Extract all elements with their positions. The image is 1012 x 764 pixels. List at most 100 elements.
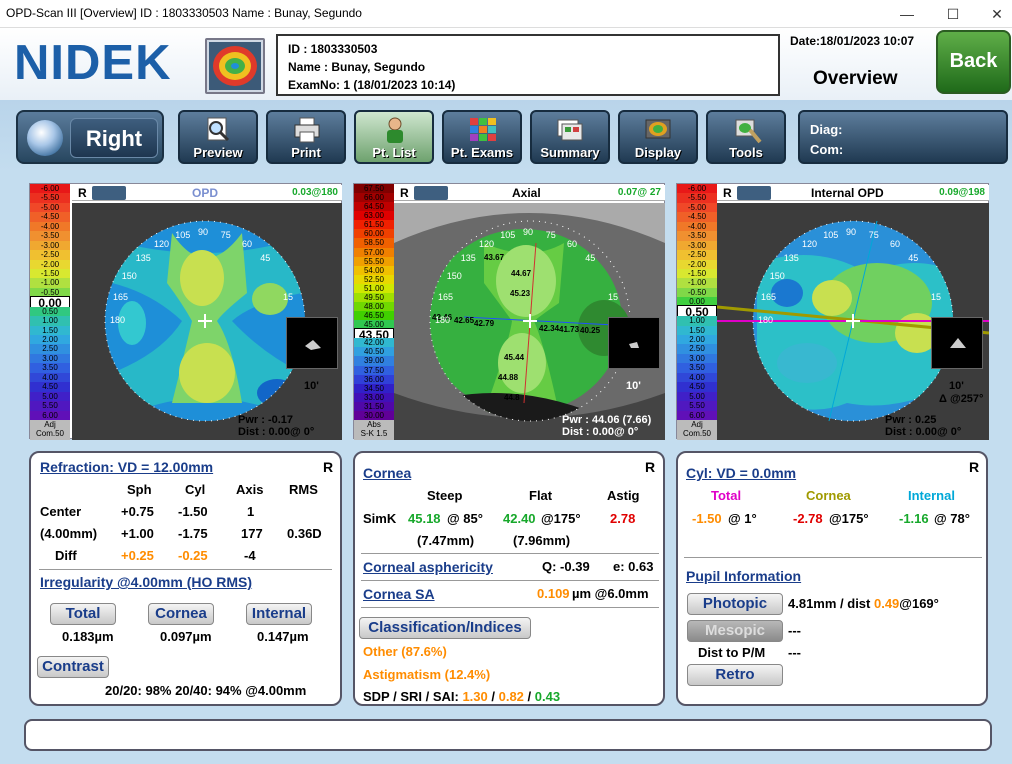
person-icon bbox=[387, 117, 403, 143]
opd-psf-inset bbox=[286, 317, 338, 369]
axial-zoom-icon[interactable] bbox=[414, 186, 448, 200]
simk-steep: 45.18 bbox=[408, 511, 441, 526]
scale-value: -3.00 bbox=[677, 240, 717, 251]
angle-label: 15 bbox=[608, 292, 619, 303]
axial-power: Pwr : 44.06 (7.66) bbox=[562, 414, 652, 426]
internal-opd-map-panel[interactable]: -6.00 -5.50 -5.00 -4.50 -4.00 -3.50 -3.00 -2.50… bbox=[676, 183, 989, 440]
maximize-button[interactable]: ☐ bbox=[930, 0, 976, 28]
display-button[interactable]: Display bbox=[618, 110, 698, 164]
internal-map-title: Internal OPD bbox=[811, 186, 884, 200]
mesopic-value: --- bbox=[788, 623, 801, 638]
cornea-eye: R bbox=[645, 459, 656, 475]
internal-button[interactable]: Internal bbox=[246, 603, 312, 625]
scale-value: 60.00 bbox=[354, 229, 394, 239]
title-bar: OPD-Scan III [Overview] ID : 1803330503 … bbox=[0, 0, 1012, 28]
axial-map-view[interactable]: 43.67 44.67 45.23 42.46 42.65 42.79 42.3… bbox=[394, 203, 665, 440]
opd-map-panel[interactable]: -6.00 -5.50 -5.00 -4.50 -4.00 -3.50 -3.00 -2.50… bbox=[29, 183, 342, 440]
scale-value: 42.00 bbox=[354, 338, 394, 348]
axis-header: Axis bbox=[236, 482, 264, 497]
center-axis: 1 bbox=[247, 504, 255, 519]
opd-scan-window: OPD-Scan III [Overview] ID : 1803330503 … bbox=[0, 0, 1012, 764]
scale-value: -2.50 bbox=[677, 250, 717, 260]
internal-eye-label: R bbox=[723, 186, 732, 200]
diff-axis: -4 bbox=[244, 548, 256, 563]
opd-power-readout: Pwr : -0.17 Dist : 0.00@ 0° bbox=[238, 414, 314, 438]
cornea-button[interactable]: Cornea bbox=[148, 603, 214, 625]
rms-header: RMS bbox=[289, 482, 318, 497]
patient-info-box: ID : 1803330503 Name : Bunay, Segundo Ex… bbox=[276, 34, 780, 96]
axial-value: 43.67 bbox=[484, 253, 505, 262]
window-title: OPD-Scan III [Overview] ID : 1803330503 … bbox=[6, 6, 362, 20]
classification-button[interactable]: Classification/Indices bbox=[359, 617, 531, 639]
photopic-button[interactable]: Photopic bbox=[687, 593, 783, 615]
scale-value: -4.00 bbox=[30, 221, 70, 232]
status-bar bbox=[24, 719, 992, 751]
opd-color-scale: -6.00 -5.50 -5.00 -4.50 -4.00 -3.50 -3.00 -2.50… bbox=[30, 184, 70, 440]
scale-value: 61.50 bbox=[354, 220, 394, 230]
angle-label: 75 bbox=[545, 229, 556, 240]
opd-zoom-icon[interactable] bbox=[92, 186, 126, 200]
simk-steep-axis: @ 85° bbox=[447, 511, 483, 526]
refraction-title: Refraction: VD = 12.00mm bbox=[40, 459, 214, 475]
internal-zoom-icon[interactable] bbox=[737, 186, 771, 200]
cyl-cornea-value: -2.78 bbox=[793, 511, 823, 526]
scale-value: -1.00 bbox=[30, 278, 70, 288]
sri-value: 0.82 bbox=[498, 689, 524, 704]
axial-map-panel[interactable]: 67.50 66.00 64.50 63.00 61.50 60.00 58.50 57.00… bbox=[353, 183, 665, 440]
angle-label: 150 bbox=[769, 271, 785, 281]
cornea-panel: Cornea R Steep Flat Astig SimK 45.18 @ 8… bbox=[353, 451, 665, 706]
axial-color-scale: 67.50 66.00 64.50 63.00 61.50 60.00 58.50 57.00… bbox=[354, 184, 394, 440]
scale-value: 4.50 bbox=[677, 382, 717, 392]
opd-distance: Dist : 0.00@ 0° bbox=[238, 426, 315, 438]
angle-label: 120 bbox=[479, 238, 495, 249]
scale-value: 52.50 bbox=[354, 274, 394, 284]
scale-value: -4.50 bbox=[30, 212, 70, 222]
total-button[interactable]: Total bbox=[50, 603, 116, 625]
internal-map-value: 0.09@198 bbox=[939, 187, 985, 198]
internal-inset-scale: 10' bbox=[949, 380, 964, 392]
irregularity-title: Irregularity @4.00mm (HO RMS) bbox=[40, 574, 253, 590]
internal-power: Pwr : 0.25 bbox=[885, 414, 937, 426]
preview-button[interactable]: Preview bbox=[178, 110, 258, 164]
classification-astigmatism: Astigmatism (12.4%) bbox=[363, 667, 491, 682]
scale-mode: Adj Com.50 bbox=[677, 420, 717, 440]
print-button[interactable]: Print bbox=[266, 110, 346, 164]
internal-delta-axis: Δ @257° bbox=[939, 393, 984, 405]
center-sph: +0.75 bbox=[121, 504, 154, 519]
scale-value: 3.50 bbox=[30, 363, 70, 373]
exam-grid-icon bbox=[470, 118, 496, 141]
map-thumbnail-icon bbox=[205, 38, 265, 94]
opd-map-view[interactable]: 10' Pwr : -0.17 Dist : 0.00@ 0° 90 105 75 1… bbox=[72, 203, 342, 440]
refraction-eye: R bbox=[323, 459, 334, 475]
scale-value: 2.50 bbox=[677, 344, 717, 354]
internal-map-view[interactable]: 10' Δ @257° Pwr : 0.25 Dist : 0.00@ 0° 9… bbox=[717, 203, 989, 440]
diff-sph: +0.25 bbox=[121, 548, 154, 563]
axial-value: 41.73 bbox=[559, 325, 580, 334]
divider bbox=[361, 580, 659, 581]
patient-list-button[interactable]: Pt. List bbox=[354, 110, 434, 164]
diagnosis-box[interactable]: Diag: Com: bbox=[798, 110, 1008, 164]
mesopic-button[interactable]: Mesopic bbox=[687, 620, 783, 642]
display-icon bbox=[645, 119, 671, 139]
scale-value: 66.00 bbox=[354, 193, 394, 203]
eye-select-button[interactable]: Right bbox=[16, 110, 164, 164]
back-button[interactable]: Back bbox=[936, 30, 1011, 94]
patient-exams-button[interactable]: Pt. Exams bbox=[442, 110, 522, 164]
divider bbox=[361, 553, 659, 554]
tools-button[interactable]: Tools bbox=[706, 110, 786, 164]
retro-button[interactable]: Retro bbox=[687, 664, 783, 686]
close-button[interactable]: ✕ bbox=[974, 0, 1012, 28]
cornea-sa-unit: µm @6.0mm bbox=[572, 586, 649, 601]
minimize-button[interactable]: — bbox=[884, 0, 930, 28]
diag-label: Diag: bbox=[810, 122, 843, 137]
angle-label: 105 bbox=[823, 229, 839, 240]
scale-value: -5.00 bbox=[30, 202, 70, 213]
summary-button[interactable]: Summary bbox=[530, 110, 610, 164]
contrast-button[interactable]: Contrast bbox=[37, 656, 109, 678]
scale-value: 0.50 bbox=[30, 306, 70, 317]
dist-pm-label: Dist to P/M bbox=[698, 645, 766, 660]
scale-value: 39.00 bbox=[354, 356, 394, 366]
photopic-line: 4.81mm / dist 0.49@169° bbox=[788, 596, 939, 611]
total-hoa-value: 0.183µm bbox=[62, 629, 114, 644]
scale-value: 48.00 bbox=[354, 302, 394, 312]
